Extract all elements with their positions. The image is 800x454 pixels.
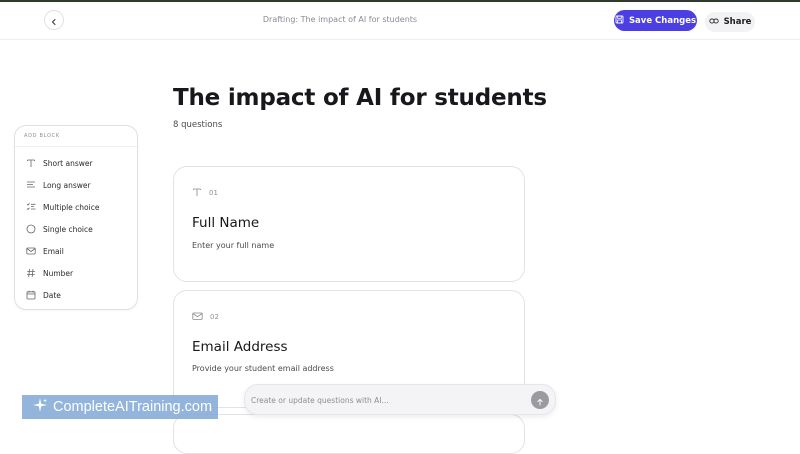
save-button-label: Save Changes [628,15,697,26]
question-description[interactable]: Provide your student email address [192,364,334,373]
block-item-email[interactable]: Email [25,244,135,258]
add-block-heading: ADD BLOCK [15,126,137,147]
add-block-panel: ADD BLOCK Short answer Long answer Multi… [14,125,138,310]
calendar-icon [25,290,36,301]
paragraph-lines-icon [25,180,36,191]
chevron-left-icon [50,11,58,30]
save-icon [615,15,624,27]
question-meta: 01 [192,187,218,199]
page-title: The impact of AI for students [173,85,547,111]
save-changes-button[interactable]: Save Changes [614,10,697,31]
block-item-label: Single choice [43,224,93,234]
back-button[interactable] [44,10,64,30]
block-item-long-answer[interactable]: Long answer [25,178,135,192]
checklist-icon [25,202,36,213]
question-card[interactable]: 01 Full Name Enter your full name [173,166,525,282]
envelope-icon [192,311,203,323]
question-card[interactable] [173,414,525,454]
share-button-label: Share [723,17,752,27]
arrow-up-icon [536,391,544,410]
draft-title: Drafting: The impact of AI for students [262,15,418,24]
block-item-label: Multiple choice [43,202,100,212]
hash-icon [25,268,36,279]
envelope-icon [25,246,36,257]
question-number: 01 [209,189,218,197]
block-item-label: Long answer [43,180,91,190]
question-description[interactable]: Enter your full name [192,241,274,250]
circle-icon [25,224,36,235]
text-t-icon [25,158,36,169]
block-item-label: Email [43,246,64,256]
sparkle-logo-icon [32,397,48,417]
ai-prompt-input[interactable] [251,392,511,408]
text-t-icon [192,187,202,199]
watermark: CompleteAITraining.com [22,395,218,419]
question-meta: 02 [192,311,219,323]
link-icon [708,17,719,28]
block-item-label: Date [43,290,61,300]
block-item-short-answer[interactable]: Short answer [25,156,135,170]
block-item-single-choice[interactable]: Single choice [25,222,135,236]
question-title[interactable]: Email Address [192,339,288,355]
top-header: Drafting: The impact of AI for students … [0,2,800,40]
question-title[interactable]: Full Name [192,215,259,231]
block-item-multiple-choice[interactable]: Multiple choice [25,200,135,214]
block-item-number[interactable]: Number [25,266,135,280]
block-item-date[interactable]: Date [25,288,135,302]
ai-prompt-bar [244,384,556,415]
watermark-text: CompleteAITraining.com [53,399,213,415]
question-number: 02 [210,313,219,321]
block-item-label: Short answer [43,158,93,168]
share-button[interactable]: Share [705,12,755,32]
send-button[interactable] [531,391,549,409]
block-item-label: Number [43,268,74,278]
question-count: 8 questions [173,120,223,130]
